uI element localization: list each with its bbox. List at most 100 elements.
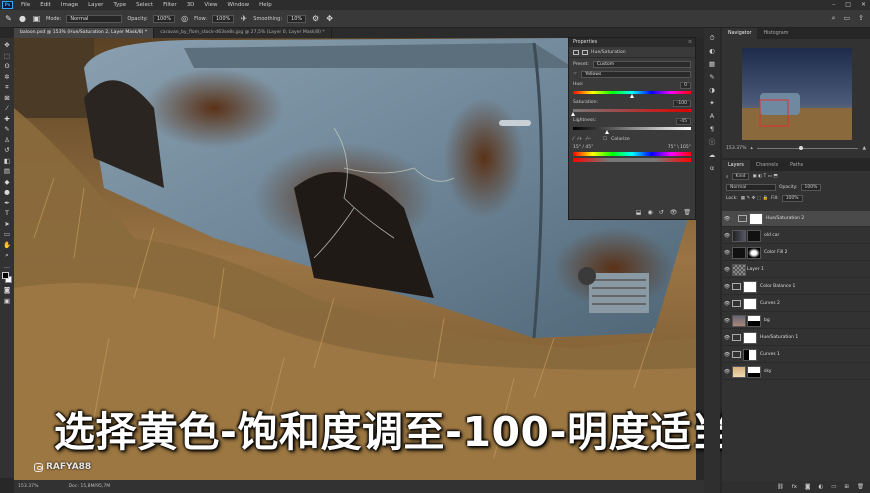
panel-menu-icon[interactable]: ≡	[688, 38, 692, 47]
workspace-icon[interactable]: ▭	[844, 14, 851, 23]
swatches-icon[interactable]: ▦	[708, 60, 717, 68]
maximize-icon[interactable]: □	[845, 1, 851, 8]
layer-row[interactable]: 👁 Color Fill 2	[722, 245, 870, 261]
channel-select[interactable]: Yellows	[581, 71, 691, 78]
visibility-eye-icon[interactable]: 👁	[722, 233, 732, 239]
zoom-in-icon[interactable]: ▲	[862, 146, 866, 151]
foreground-color-swatch[interactable]	[2, 272, 9, 279]
paragraph-icon[interactable]: ¶	[708, 125, 717, 133]
menu-3d[interactable]: 3D	[182, 2, 200, 8]
range-bar-bottom[interactable]	[573, 158, 691, 162]
visibility-eye-icon[interactable]: 👁	[722, 369, 732, 375]
layer-row[interactable]: 👁 old car	[722, 228, 870, 244]
tab-layers[interactable]: Layers	[722, 160, 750, 171]
search-icon[interactable]: ⌕	[832, 14, 836, 23]
layer-mask-thumb[interactable]	[743, 331, 757, 344]
move-tool-icon[interactable]: ✥	[2, 41, 12, 50]
visibility-eye-icon[interactable]: 👁	[722, 335, 732, 341]
tab-baloon[interactable]: baloon.psd @ 153% (Hue/Saturation 2, Lay…	[14, 28, 155, 38]
mask-icon[interactable]	[582, 49, 588, 55]
dodge-tool-icon[interactable]: ●	[2, 188, 12, 197]
menu-file[interactable]: File	[16, 2, 35, 8]
lasso-tool-icon[interactable]: ʘ	[2, 62, 12, 71]
menu-type[interactable]: Type	[108, 2, 131, 8]
eyedropper-icon[interactable]: ⁄	[573, 137, 574, 142]
layer-mask-thumb[interactable]	[743, 348, 757, 361]
status-zoom[interactable]: 153.37%	[18, 484, 38, 489]
eyedropper-minus-icon[interactable]: ⁄−	[586, 137, 591, 142]
clip-to-layer-icon[interactable]: ⬓	[636, 209, 642, 216]
tab-channels[interactable]: Channels	[750, 160, 784, 171]
info-icon[interactable]: ⓘ	[708, 138, 717, 146]
visibility-eye-icon[interactable]: 👁	[722, 352, 732, 358]
layer-row[interactable]: 👁 bg	[722, 313, 870, 329]
lightness-slider[interactable]	[573, 127, 691, 134]
reset-icon[interactable]: ↺	[659, 209, 664, 216]
libraries-icon[interactable]: ☁	[708, 151, 717, 159]
adjustments-icon[interactable]: ◑	[708, 86, 717, 94]
delete-icon[interactable]: 🗑	[683, 209, 691, 216]
zoom-out-icon[interactable]: ▴	[750, 146, 752, 151]
layer-mask-thumb[interactable]	[743, 280, 757, 293]
layer-row[interactable]: 👁 sky	[722, 364, 870, 380]
layer-mask-thumb[interactable]	[747, 229, 761, 242]
path-select-icon[interactable]: ➤	[2, 220, 12, 229]
link-layers-icon[interactable]: ⛓	[777, 484, 784, 490]
color-swatches[interactable]	[2, 272, 12, 284]
new-group-icon[interactable]: ▭	[831, 484, 836, 490]
layer-row[interactable]: 👁 Hue/Saturation 1	[722, 330, 870, 346]
close-icon[interactable]: ✕	[861, 1, 866, 8]
eraser-tool-icon[interactable]: ◧	[2, 157, 12, 166]
menu-view[interactable]: View	[199, 2, 222, 8]
layer-mask-thumb[interactable]	[747, 314, 761, 327]
opacity-field[interactable]: 100%	[152, 14, 176, 23]
brush-settings-icon[interactable]: ▣	[32, 14, 41, 23]
menu-window[interactable]: Window	[222, 2, 254, 8]
layer-row[interactable]: 👁 Layer 1	[722, 262, 870, 278]
preset-select[interactable]: Custom	[592, 61, 691, 68]
flow-field[interactable]: 100%	[212, 14, 235, 23]
lightness-thumb[interactable]	[604, 130, 609, 134]
zoom-tool-icon[interactable]: ⌕	[2, 251, 12, 260]
smoothing-field[interactable]: 10%	[287, 14, 307, 23]
brush-tool-icon[interactable]: ✎	[4, 14, 13, 23]
type-tool-icon[interactable]: T	[2, 209, 12, 218]
lock-icons[interactable]: ▦ ✎ ✥ ⬚ 🔒	[741, 196, 768, 201]
visibility-icon[interactable]: 👁	[670, 209, 678, 216]
layer-row[interactable]: 👁 Curves 1	[722, 347, 870, 363]
layer-row[interactable]: 👁 Color Balance 1	[722, 279, 870, 295]
menu-select[interactable]: Select	[131, 2, 158, 8]
hue-value-field[interactable]: 0	[680, 82, 691, 89]
tab-navigator[interactable]: Navigator	[722, 28, 758, 39]
tab-caravan[interactable]: caravan_by_flom_stock-d63se8s.jpg @ 27,5…	[154, 28, 332, 38]
blur-tool-icon[interactable]: ◆	[2, 178, 12, 187]
hand-adjust-icon[interactable]: ☞	[573, 72, 577, 77]
layer-mask-thumb[interactable]	[747, 246, 761, 259]
new-adjustment-icon[interactable]: ◐	[818, 484, 823, 490]
hue-thumb[interactable]	[629, 94, 634, 98]
pen-tool-icon[interactable]: ✒	[2, 199, 12, 208]
visibility-eye-icon[interactable]: 👁	[722, 301, 732, 307]
filter-icons[interactable]: ▣ ◐ T ▭ ⬒	[752, 174, 777, 179]
saturation-value-field[interactable]: -100	[672, 100, 691, 107]
history-brush-icon[interactable]: ↺	[2, 146, 12, 155]
eyedropper-plus-icon[interactable]: ⁄+	[578, 137, 583, 142]
tab-histogram[interactable]: Histogram	[757, 28, 794, 39]
menu-edit[interactable]: Edit	[35, 2, 56, 8]
saturation-thumb[interactable]	[571, 112, 575, 116]
symmetry-icon[interactable]: ✥	[325, 14, 334, 23]
smoothing-gear-icon[interactable]: ⚙	[311, 14, 320, 23]
add-mask-icon[interactable]: ◙	[805, 484, 810, 490]
filter-kind-select[interactable]: Kind	[731, 173, 750, 180]
share-icon[interactable]: ⇪	[858, 14, 864, 23]
crop-tool-icon[interactable]: ⌗	[2, 83, 12, 92]
new-layer-icon[interactable]: ⊞	[844, 484, 849, 490]
colorize-checkbox[interactable]: ☐	[603, 137, 607, 142]
layer-row[interactable]: 👁 Hue/Saturation 2	[722, 211, 870, 227]
navigator-zoom-value[interactable]: 153.37%	[726, 146, 746, 151]
pressure-opacity-icon[interactable]: ◎	[180, 14, 189, 23]
eyedropper-tool-icon[interactable]: ⁄	[2, 104, 12, 113]
stamp-tool-icon[interactable]: ♙	[2, 136, 12, 145]
brush-tool-icon[interactable]: ✎	[2, 125, 12, 134]
hand-tool-icon[interactable]: ✋	[2, 241, 12, 250]
